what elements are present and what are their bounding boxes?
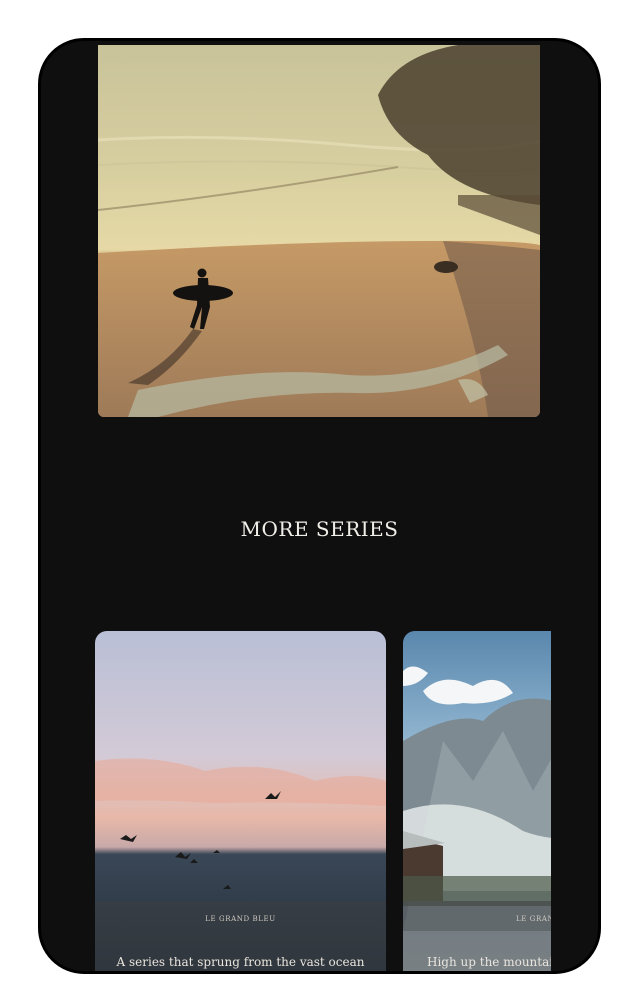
more-series-heading: MORE SERIES bbox=[240, 517, 399, 541]
series-description: High up the mountai bbox=[427, 955, 551, 969]
series-card-le-grand-bleu[interactable]: LE GRAND BLEU A series that sprung from … bbox=[95, 631, 386, 971]
phone-frame: MORE SERIES LE GRAND BLEU A series that … bbox=[38, 38, 601, 974]
hero-photo-surfer-beach bbox=[98, 45, 540, 417]
series-description: A series that sprung from the vast ocean bbox=[116, 955, 365, 969]
series-name: LE GRAN bbox=[516, 915, 551, 923]
series-card-mountain[interactable]: LE GRAN High up the mountai bbox=[403, 631, 551, 971]
series-carousel[interactable]: LE GRAND BLEU A series that sprung from … bbox=[95, 631, 551, 971]
series-name: LE GRAND BLEU bbox=[205, 915, 276, 923]
